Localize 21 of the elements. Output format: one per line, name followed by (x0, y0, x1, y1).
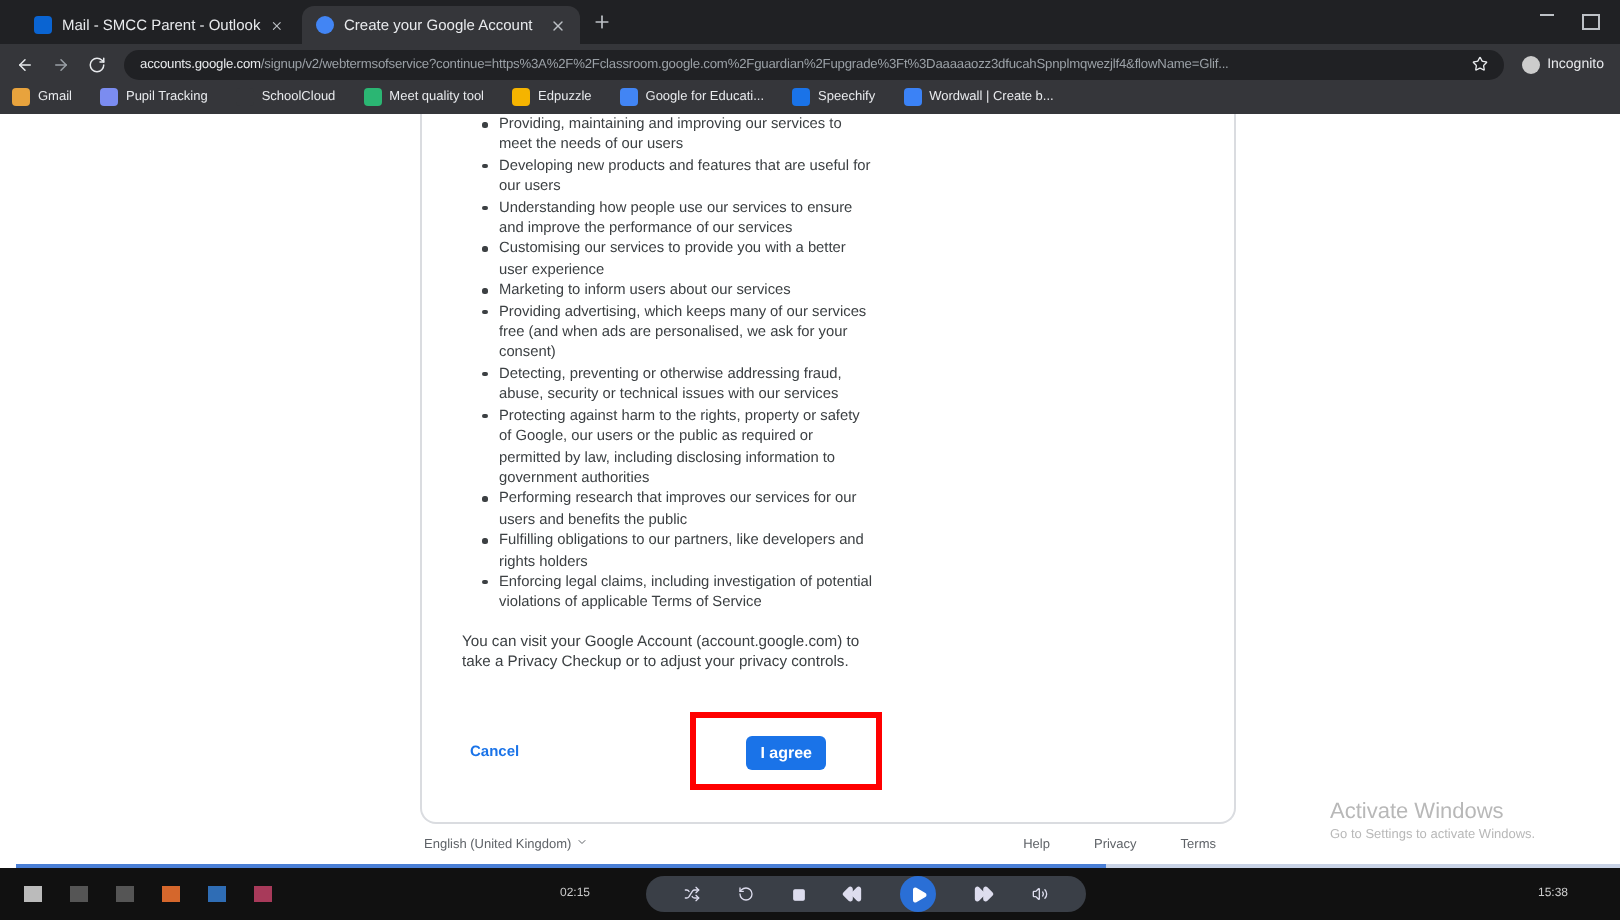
reload-icon[interactable] (88, 55, 106, 73)
play-icon (909, 885, 928, 903)
close-icon[interactable] (270, 17, 284, 33)
tab-favicon-icon (316, 16, 334, 34)
back-icon[interactable] (16, 55, 34, 73)
rewind-icon[interactable] (842, 884, 863, 904)
maximize-icon[interactable] (1582, 14, 1600, 30)
activation-title: Activate Windows (1330, 800, 1506, 824)
forward-icon[interactable] (52, 55, 70, 73)
new-tab-icon[interactable] (592, 12, 612, 32)
fast-forward-icon[interactable] (973, 884, 994, 904)
caret-icon (575, 836, 588, 848)
tab-favicon-icon (34, 16, 52, 34)
close-icon[interactable] (550, 17, 566, 33)
star-icon[interactable] (1471, 56, 1488, 72)
repeat-icon[interactable] (738, 886, 755, 902)
volume-icon[interactable] (1031, 886, 1048, 902)
agree-button[interactable]: I agree (746, 736, 826, 771)
stop-icon[interactable] (791, 887, 806, 901)
play-button[interactable] (900, 876, 937, 912)
shuffle-icon[interactable] (684, 886, 701, 902)
